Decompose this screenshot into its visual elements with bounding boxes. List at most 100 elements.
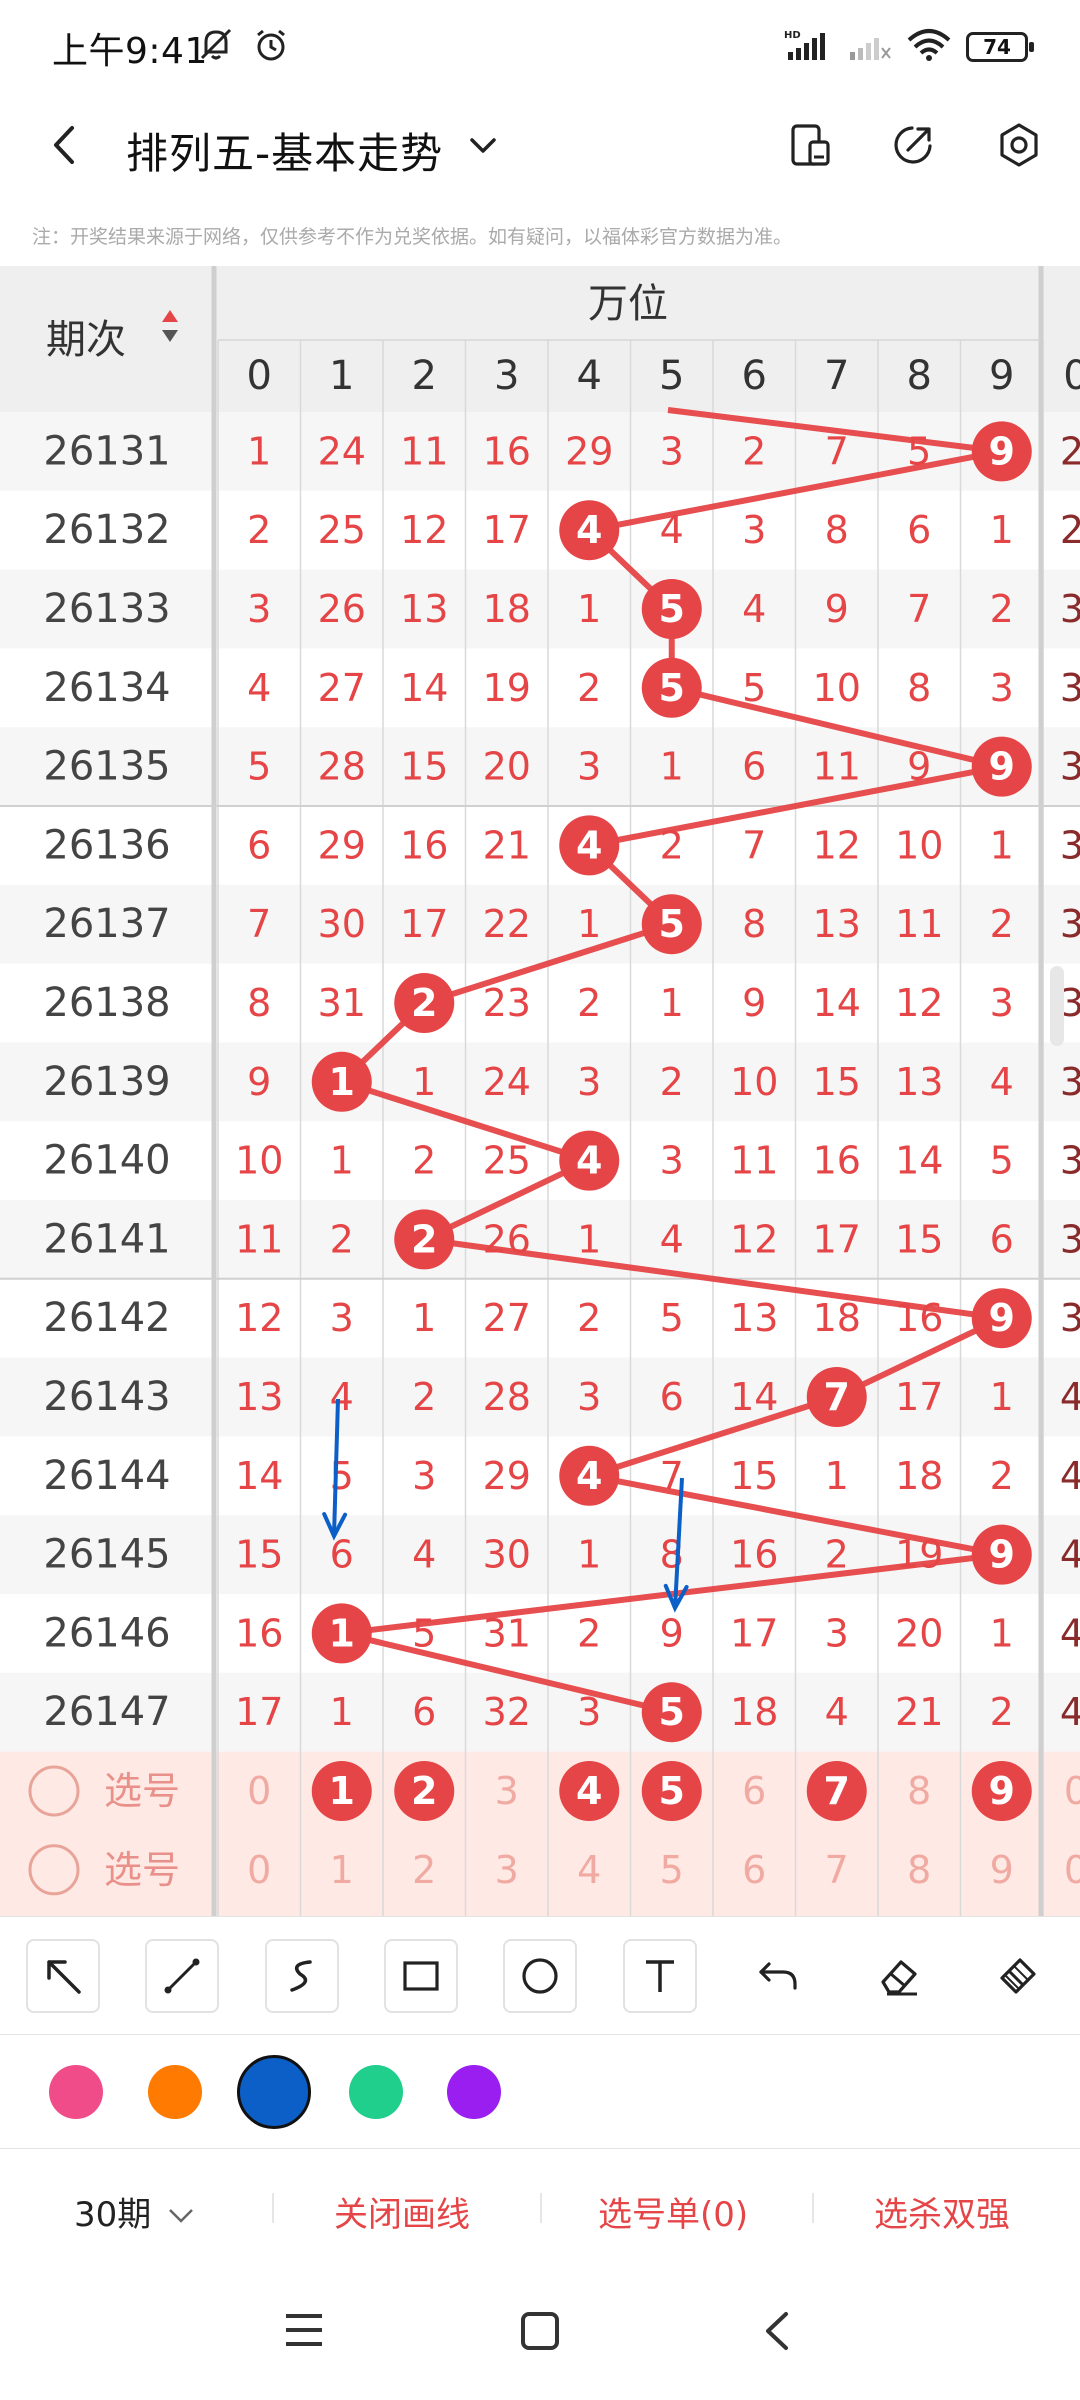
miss-cell: 2 bbox=[577, 981, 601, 1025]
pick-number[interactable]: 3 bbox=[495, 1848, 519, 1892]
hit-number: 9 bbox=[989, 745, 1015, 789]
pick-number[interactable]: 3 bbox=[495, 1769, 519, 1813]
color-swatch-orange[interactable] bbox=[148, 2065, 202, 2119]
page-title[interactable]: 排列五-基本走势 bbox=[126, 120, 443, 181]
pick-number[interactable]: 8 bbox=[907, 1769, 931, 1813]
pick-number[interactable]: 2 bbox=[412, 1848, 436, 1892]
miss-cell: 18 bbox=[730, 1690, 778, 1734]
miss-cell: 1 bbox=[825, 1454, 849, 1498]
back-icon[interactable] bbox=[40, 120, 90, 174]
color-swatch-blue[interactable] bbox=[237, 2055, 311, 2129]
color-swatch-pink[interactable] bbox=[49, 2065, 103, 2119]
pick-label: 选号 bbox=[104, 1769, 180, 1813]
miss-cell: 17 bbox=[235, 1690, 283, 1734]
miss-cell: 25 bbox=[318, 508, 366, 552]
pick-number: 1 bbox=[329, 1769, 355, 1813]
arrow-tool[interactable] bbox=[26, 1939, 100, 2013]
signal-icon: HD bbox=[784, 28, 834, 66]
miss-cell: 8 bbox=[907, 666, 931, 710]
pick-number[interactable]: 6 bbox=[742, 1848, 766, 1892]
separator bbox=[272, 2193, 274, 2223]
trend-chart-svg: 期次万位0 1 2 3 4 5 6 7 8 9 026131 1 24 11 16 29 3 2 7 5 9 226132… bbox=[0, 266, 1080, 1916]
miss-cell: 2 bbox=[412, 1375, 436, 1419]
pick-number[interactable]: 7 bbox=[825, 1848, 849, 1892]
period-cell: 26135 bbox=[43, 744, 170, 790]
miss-cell: 29 bbox=[318, 823, 366, 867]
pick-number: 9 bbox=[989, 1769, 1015, 1813]
miss-cell: 7 bbox=[247, 902, 271, 946]
miss-cell: 3 bbox=[825, 1611, 849, 1655]
chevron-down-icon[interactable] bbox=[466, 128, 500, 166]
miss-cell: 21 bbox=[895, 1690, 943, 1734]
digit-header: 3 bbox=[494, 353, 519, 399]
hit-number: 1 bbox=[329, 1060, 355, 1104]
miss-cell: 9 bbox=[742, 981, 766, 1025]
back-nav-icon[interactable] bbox=[756, 2310, 800, 2356]
miss-cell: 6 bbox=[247, 823, 271, 867]
drawing-toolbar bbox=[0, 1916, 1080, 2034]
miss-cell: 5 bbox=[412, 1611, 436, 1655]
text-tool[interactable] bbox=[623, 1939, 697, 2013]
miss-cell: 30 bbox=[318, 902, 366, 946]
svg-text:HD: HD bbox=[784, 30, 801, 41]
menu-icon[interactable] bbox=[282, 2310, 326, 2354]
pick-number[interactable]: 4 bbox=[577, 1848, 601, 1892]
hit-number: 4 bbox=[576, 508, 602, 552]
miss-cell: 1 bbox=[660, 981, 684, 1025]
miss-cell: 12 bbox=[400, 508, 448, 552]
miss-cell: 22 bbox=[483, 902, 531, 946]
pick-double-button[interactable]: 选杀双强 bbox=[874, 2187, 1010, 2236]
miss-cell: 16 bbox=[483, 429, 531, 473]
miss-cell: 5 bbox=[660, 1296, 684, 1340]
miss-cell: 5 bbox=[247, 745, 271, 789]
miss-cell: 3 bbox=[330, 1296, 354, 1340]
miss-cell: 5 bbox=[990, 1139, 1014, 1183]
miss-cell: 15 bbox=[813, 1060, 861, 1104]
period-count-select[interactable]: 30期 bbox=[74, 2187, 196, 2236]
next-col-cell: 3 bbox=[1060, 902, 1080, 946]
miss-cell: 9 bbox=[825, 587, 849, 631]
color-swatch-green[interactable] bbox=[349, 2065, 403, 2119]
undo-tool[interactable] bbox=[742, 1939, 816, 2013]
pick-number[interactable]: 5 bbox=[660, 1848, 684, 1892]
curve-tool[interactable] bbox=[265, 1939, 339, 2013]
pick-number[interactable]: 9 bbox=[990, 1848, 1014, 1892]
phone-icon[interactable] bbox=[788, 122, 834, 172]
miss-cell: 12 bbox=[235, 1296, 283, 1340]
color-swatch-purple[interactable] bbox=[447, 2065, 501, 2119]
pick-number[interactable]: 6 bbox=[742, 1769, 766, 1813]
miss-cell: 31 bbox=[483, 1611, 531, 1655]
miss-cell: 11 bbox=[895, 902, 943, 946]
miss-cell: 10 bbox=[235, 1139, 283, 1183]
pick-number[interactable]: 0 bbox=[247, 1848, 271, 1892]
miss-cell: 30 bbox=[483, 1533, 531, 1577]
pick-number[interactable]: 1 bbox=[330, 1848, 354, 1892]
hit-number: 4 bbox=[576, 1139, 602, 1183]
period-count-label: 30期 bbox=[74, 2195, 152, 2235]
rectangle-tool[interactable] bbox=[384, 1939, 458, 2013]
miss-cell: 17 bbox=[400, 902, 448, 946]
pick-number[interactable]: 0 bbox=[247, 1769, 271, 1813]
clear-tool[interactable] bbox=[981, 1939, 1055, 2013]
line-tool[interactable] bbox=[145, 1939, 219, 2013]
title-bar: 排列五-基本走势 bbox=[0, 92, 1080, 202]
trend-chart[interactable]: 期次 万位 0 1 2 3 4 5 6 7 8 9 0 26131 1 24 11 16 29 3 2 7 5 9 2 26132… bbox=[0, 266, 1080, 1916]
eraser-tool[interactable] bbox=[862, 1939, 936, 2013]
settings-icon[interactable] bbox=[996, 122, 1042, 172]
miss-cell: 14 bbox=[730, 1375, 778, 1419]
share-icon[interactable] bbox=[890, 122, 936, 172]
miss-cell: 2 bbox=[990, 1454, 1014, 1498]
scroll-thumb[interactable] bbox=[1050, 966, 1064, 1046]
home-icon[interactable] bbox=[518, 2310, 562, 2356]
next-col-cell: 3 bbox=[1060, 745, 1080, 789]
pick-list-button[interactable]: 选号单(0) bbox=[598, 2187, 748, 2236]
pick-number[interactable]: 8 bbox=[907, 1848, 931, 1892]
close-lines-button[interactable]: 关闭画线 bbox=[334, 2187, 470, 2236]
miss-cell: 1 bbox=[577, 1217, 601, 1261]
separator bbox=[540, 2193, 542, 2223]
status-time: 上午9:41 bbox=[52, 31, 208, 72]
next-col-cell: 4 bbox=[1060, 1375, 1080, 1419]
period-cell: 26140 bbox=[43, 1138, 170, 1184]
circle-tool[interactable] bbox=[503, 1939, 577, 2013]
miss-cell: 2 bbox=[990, 902, 1014, 946]
